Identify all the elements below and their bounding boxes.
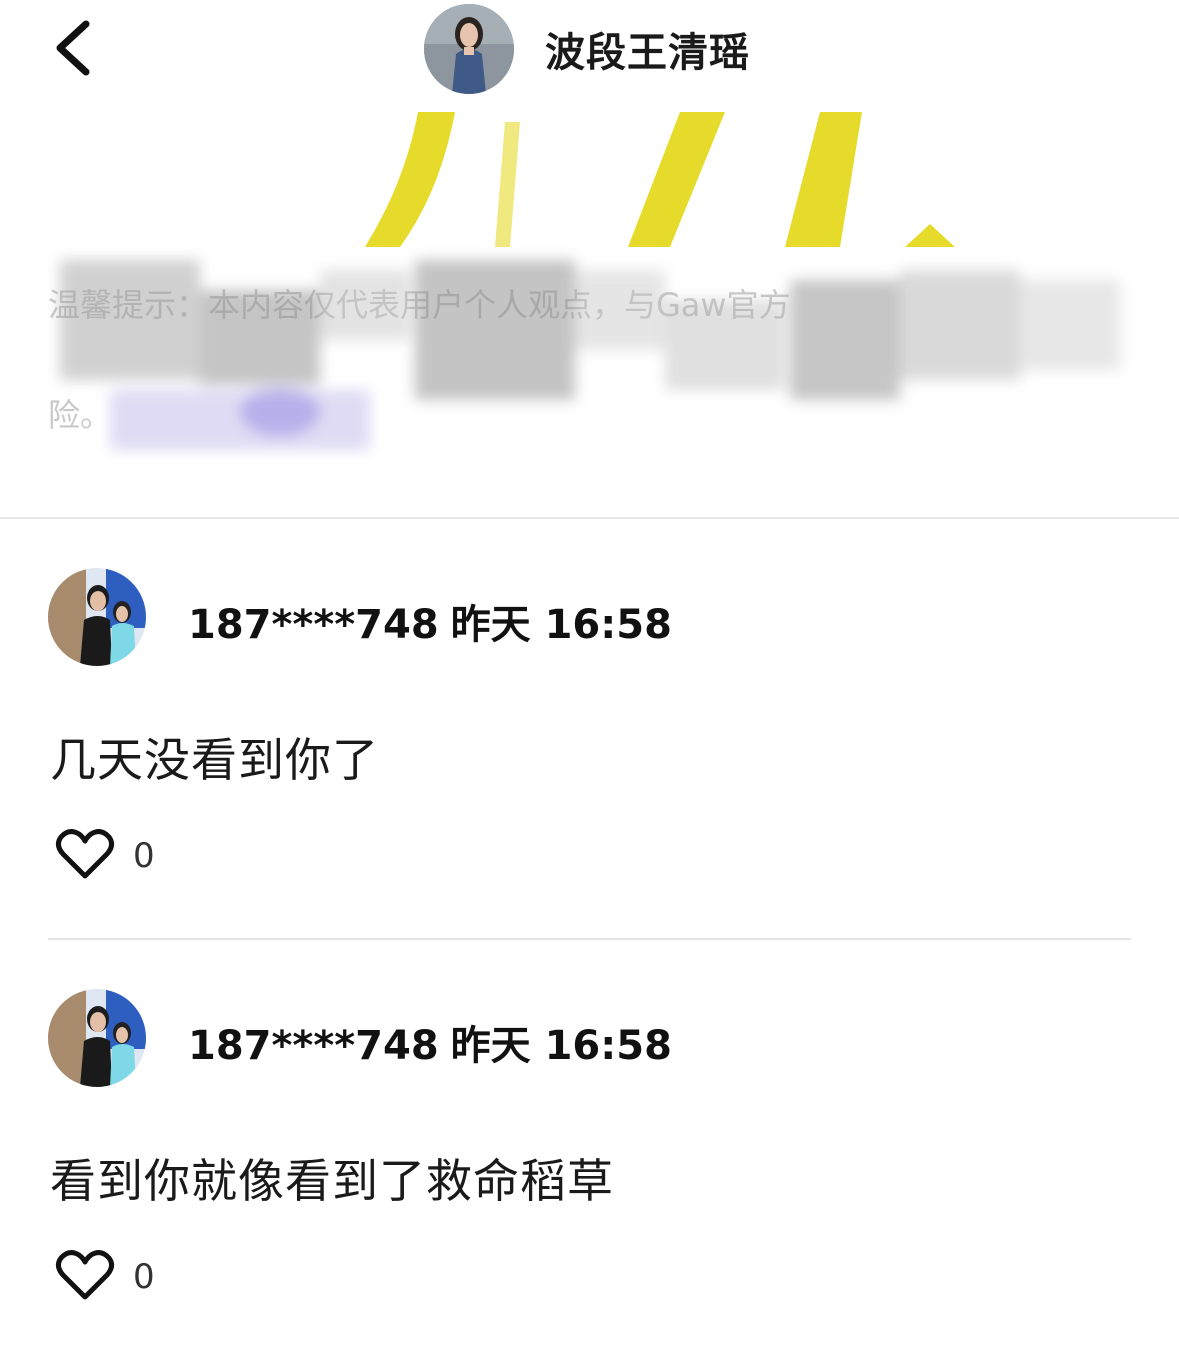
like-button[interactable] [55,828,115,880]
comment-time: 昨天 16:58 [450,1023,672,1069]
comment-divider [48,938,1131,940]
comment-item: 187****748 昨天 16:58 几天没看到你了 0 [0,520,1179,940]
section-divider [0,517,1179,519]
comment-item: 187****748 昨天 16:58 看到你就像看到了救命稻草 0 [0,941,1179,1361]
comment-meta: 187****748 昨天 16:58 [188,1013,684,1071]
redaction-scribble [60,260,1120,450]
comment-text: 看到你就像看到了救命稻草 [50,1154,614,1208]
commenter-name[interactable]: 187****748 [188,602,439,648]
comment-time: 昨天 16:58 [450,602,672,648]
author-name[interactable]: 波段王清瑶 [545,20,750,78]
commenter-avatar[interactable] [48,568,146,666]
heart-icon [55,829,115,879]
back-button[interactable] [50,18,100,78]
like-button[interactable] [55,1249,115,1301]
like-count: 0 [133,1257,155,1297]
heart-icon [55,1250,115,1300]
post-banner-image [0,112,1179,252]
commenter-name[interactable]: 187****748 [188,1023,439,1069]
like-count: 0 [133,836,155,876]
commenter-avatar[interactable] [48,989,146,1087]
author-avatar[interactable] [424,4,514,94]
top-bar: 波段王清瑶 [0,0,1179,110]
comment-meta: 187****748 昨天 16:58 [188,592,684,650]
chevron-left-icon [56,20,90,76]
comment-text: 几天没看到你了 [50,733,379,787]
